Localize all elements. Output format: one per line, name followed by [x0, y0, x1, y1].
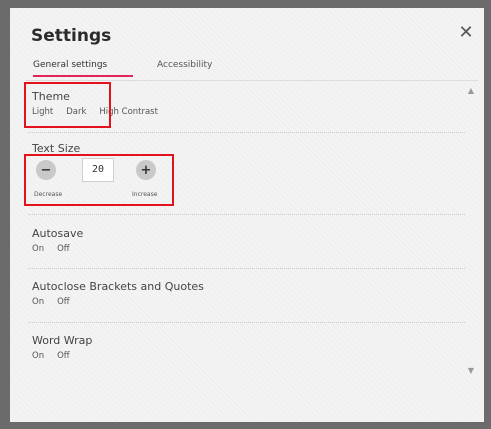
word-wrap-title: Word Wrap	[32, 334, 93, 347]
word-wrap-section: Word Wrap On Off	[28, 334, 465, 361]
autosave-option-off[interactable]: Off	[57, 244, 70, 254]
autoclose-option-off[interactable]: Off	[57, 297, 70, 307]
text-size-highlight-box	[24, 154, 174, 206]
autoclose-option-on[interactable]: On	[32, 297, 44, 307]
autoclose-section: Autoclose Brackets and Quotes On Off	[28, 280, 465, 307]
active-tab-indicator	[33, 75, 133, 77]
divider	[28, 268, 465, 269]
autosave-title: Autosave	[32, 227, 84, 240]
close-icon[interactable]: ✕	[456, 22, 476, 43]
autosave-option-on[interactable]: On	[32, 244, 44, 254]
word-wrap-option-on[interactable]: On	[32, 351, 44, 361]
theme-highlight-box	[24, 82, 111, 128]
divider	[28, 322, 465, 323]
tabs-divider	[26, 80, 478, 81]
settings-dialog: Settings ✕ General settings Accessibilit…	[10, 8, 484, 422]
scroll-down-icon[interactable]: ▼	[468, 366, 474, 375]
autoclose-title: Autoclose Brackets and Quotes	[32, 280, 204, 293]
tab-accessibility[interactable]: Accessibility	[157, 60, 212, 70]
word-wrap-option-off[interactable]: Off	[57, 351, 70, 361]
divider	[28, 132, 465, 133]
scroll-up-icon[interactable]: ▲	[468, 86, 474, 95]
dialog-title: Settings	[31, 26, 112, 46]
tab-general-settings[interactable]: General settings	[33, 60, 107, 70]
divider	[28, 214, 465, 215]
autosave-section: Autosave On Off	[28, 227, 465, 254]
